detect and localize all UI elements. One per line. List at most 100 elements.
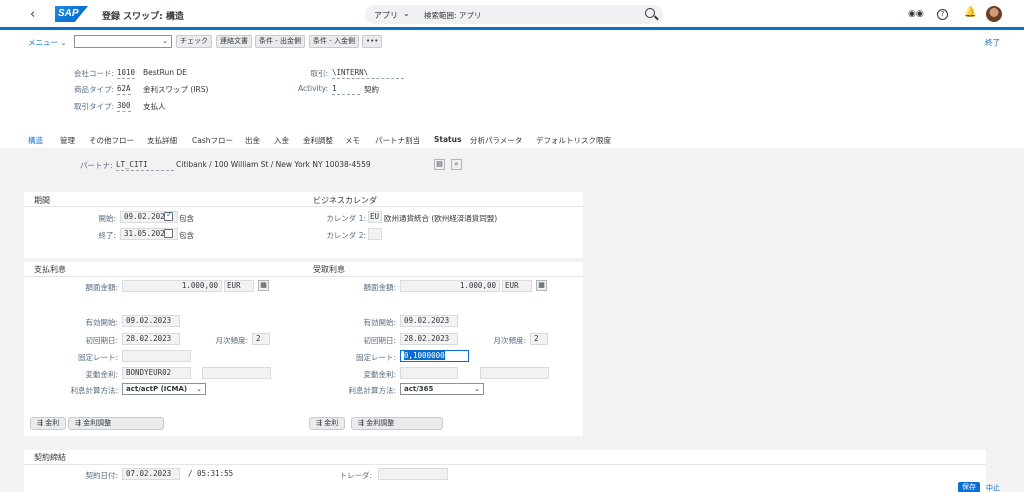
content-area: パートナ: LT_CITI Citibank / 100 William St …: [0, 148, 1024, 492]
tab-payment-details[interactable]: 支払詳細: [147, 135, 177, 146]
product-type-field[interactable]: 62A: [117, 84, 131, 95]
menu-button[interactable]: メニュー ⌄: [28, 37, 67, 48]
outgoing-conditions-button[interactable]: 条件 - 出金側: [255, 35, 305, 48]
exit-button[interactable]: 終了: [985, 37, 1000, 48]
pay-currency-field[interactable]: EUR: [224, 280, 254, 292]
search-bar[interactable]: アプリ ⌄ 検索範囲: アプリ: [365, 5, 663, 24]
more-button[interactable]: •••: [362, 35, 383, 48]
pay-rate-button[interactable]: ⇶ 金利: [30, 417, 67, 430]
end-inclusive-checkbox[interactable]: [164, 229, 173, 238]
sap-logo[interactable]: SAP: [55, 6, 88, 22]
app-title: 登録 スワップ: 構造: [102, 12, 184, 22]
avatar[interactable]: [986, 6, 1002, 22]
help-icon[interactable]: ?: [937, 9, 948, 20]
contract-panel: 契約締結 契約日付: 07.02.2023 / 05:31:55 トレーダ:: [24, 450, 986, 492]
binoculars-icon[interactable]: ◉◉: [908, 9, 924, 19]
tab-incoming[interactable]: 入金: [274, 135, 289, 146]
tab-rate-adjust[interactable]: 金利調整: [303, 135, 333, 146]
search-scope[interactable]: アプリ: [374, 10, 398, 21]
partner-detail-icon[interactable]: ▤: [434, 159, 445, 170]
start-inclusive-checkbox[interactable]: [164, 210, 173, 221]
pay-rate-adjust-button[interactable]: ⇶ 金利調整: [68, 417, 164, 430]
txn-name: 支払人: [143, 102, 166, 111]
start-label: 開始:: [98, 214, 116, 223]
cancel-button[interactable]: 中止: [986, 483, 1000, 492]
trader-field[interactable]: [378, 468, 448, 480]
recv-var-field[interactable]: [400, 367, 458, 379]
check-button[interactable]: チェック: [176, 35, 212, 48]
pay-first-due-label: 初回期日:: [85, 336, 118, 345]
calendar-title: ビジネスカレンダ: [313, 196, 377, 205]
pay-var-label: 変動金利:: [85, 370, 118, 379]
chevron-down-icon[interactable]: ⌄: [162, 37, 168, 45]
recv-fixed-field[interactable]: 0,1000000: [400, 350, 469, 362]
pay-nominal-detail-icon[interactable]: ▦: [258, 280, 269, 291]
recv-eff-start-field[interactable]: 09.02.2023: [400, 315, 458, 327]
recv-nominal-detail-icon[interactable]: ▦: [536, 280, 547, 291]
search-icon[interactable]: [645, 8, 655, 18]
tab-cashflow[interactable]: Cashフロー: [192, 135, 233, 146]
tab-default-risk-limit[interactable]: デフォルトリスク限度: [536, 135, 611, 146]
pay-fixed-label: 固定レート:: [77, 353, 118, 362]
correspondence-button[interactable]: 連絡文書: [216, 35, 252, 48]
tab-outgoing[interactable]: 出金: [245, 135, 260, 146]
pay-nominal-label: 額面金額:: [85, 283, 118, 292]
pay-freq-label: 月次頻度:: [215, 336, 248, 345]
recv-rate-adjust-button[interactable]: ⇶ 金利調整: [351, 417, 443, 430]
deal-field[interactable]: \INTERN\: [332, 68, 404, 79]
incoming-conditions-button[interactable]: 条件 - 入金側: [309, 35, 359, 48]
company-code-field[interactable]: 1010: [117, 68, 136, 79]
end-inclusive-label: 包含: [179, 231, 194, 240]
tab-other-flows[interactable]: その他フロー: [89, 135, 134, 146]
recv-nominal-field[interactable]: 1.000,00: [400, 280, 500, 292]
tab-analysis-params[interactable]: 分析パラメータ: [470, 135, 522, 146]
partner-search-icon[interactable]: ⌕: [451, 159, 462, 170]
pay-fixed-field[interactable]: [122, 350, 191, 362]
pay-var-field[interactable]: BONDYEUR02: [122, 367, 191, 379]
activity-field[interactable]: 1: [332, 84, 360, 95]
command-field[interactable]: ⌄: [74, 35, 172, 48]
recv-method-value: act/365: [404, 385, 434, 393]
pay-method-select[interactable]: act/actP (ICMA) ⌄: [122, 383, 206, 395]
pay-nominal-field[interactable]: 1.000,00: [122, 280, 222, 292]
save-button[interactable]: 保存: [958, 482, 980, 492]
pay-method-value: act/actP (ICMA): [126, 385, 188, 393]
product-name: 金利スワップ (IRS): [143, 85, 209, 94]
recv-method-label: 利息計算方法:: [348, 386, 396, 395]
divider: [24, 276, 583, 277]
chevron-down-icon[interactable]: ⌄: [403, 9, 410, 18]
pay-eff-start-field[interactable]: 09.02.2023: [122, 315, 180, 327]
contract-title: 契約締結: [34, 453, 66, 462]
start-inclusive-label: 包含: [179, 214, 194, 223]
partner-label: パートナ:: [80, 161, 113, 170]
tab-admin[interactable]: 管理: [60, 135, 75, 146]
pay-spread-field[interactable]: [202, 367, 271, 379]
recv-rate-button[interactable]: ⇶ 金利: [309, 417, 346, 430]
partner-field[interactable]: LT_CITI: [116, 160, 174, 171]
recv-first-due-field[interactable]: 28.02.2023: [400, 333, 458, 345]
calendar2-label: カレンダ 2:: [326, 231, 366, 240]
recv-method-select[interactable]: act/365 ⌄: [400, 383, 484, 395]
recv-freq-field[interactable]: 2: [530, 333, 548, 345]
recv-currency-field[interactable]: EUR: [502, 280, 532, 292]
pay-first-due-field[interactable]: 28.02.2023: [122, 333, 180, 345]
calendar2-field[interactable]: [368, 228, 382, 240]
pay-freq-field[interactable]: 2: [252, 333, 270, 345]
tab-memo[interactable]: メモ: [345, 135, 360, 146]
txn-type-field[interactable]: 300: [117, 101, 131, 112]
search-input[interactable]: 検索範囲: アプリ: [424, 10, 481, 21]
company-code-label: 会社コード:: [73, 69, 114, 78]
contract-date-field[interactable]: 07.02.2023: [122, 468, 180, 480]
activity-label: Activity:: [297, 84, 328, 93]
tab-status[interactable]: Status: [434, 135, 461, 144]
calendar1-field[interactable]: EU: [368, 211, 382, 223]
recv-var-label: 変動金利:: [363, 370, 396, 379]
calendar1-label: カレンダ 1:: [326, 214, 366, 223]
contract-time-field[interactable]: / 05:31:55: [184, 468, 240, 480]
divider: [24, 206, 583, 207]
back-button[interactable]: ‹: [30, 7, 35, 22]
bell-icon[interactable]: 🔔: [964, 7, 976, 18]
recv-spread-field[interactable]: [480, 367, 549, 379]
recv-interest-title: 受取利息: [313, 265, 345, 274]
tab-partner-assign[interactable]: パートナ割当: [375, 135, 420, 146]
